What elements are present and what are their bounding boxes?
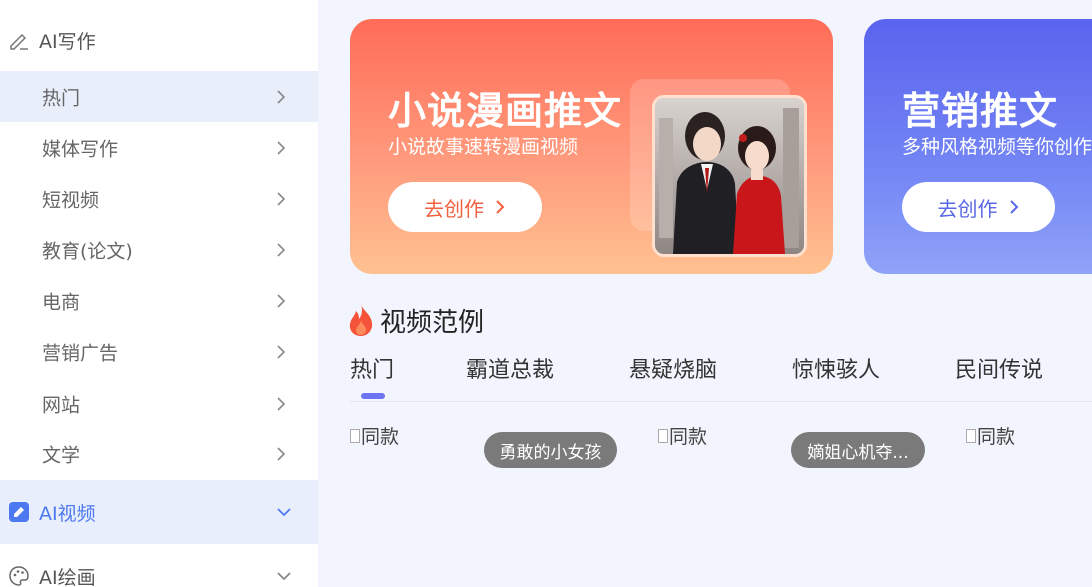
chevron-right-icon — [277, 396, 286, 411]
sidebar-item-website[interactable]: 网站 — [0, 378, 318, 429]
sidebar-item-education[interactable]: 教育(论文) — [0, 224, 318, 275]
section-ai-writing-label: AI写作 — [39, 30, 96, 53]
examples-header: 视频范例 — [346, 300, 484, 340]
chevron-right-icon — [277, 344, 286, 359]
sidebar-item-hot[interactable]: 热门 — [0, 71, 318, 122]
section-ai-writing[interactable]: AI写作 — [0, 22, 318, 58]
sidebar: AI写作 热门 媒体写作 短视频 教育(论文) 电商 营销广告 网站 文学 AI… — [0, 0, 318, 587]
couple-illustration — [652, 95, 807, 257]
chevron-down-icon — [277, 572, 291, 581]
section-ai-video-label: AI视频 — [39, 502, 96, 525]
banner-marketing[interactable]: 营销推文 多种风格视频等你创作 去创作 — [864, 19, 1092, 274]
video-tag: 勇敢的小女孩 — [484, 432, 617, 468]
sidebar-item-media-writing[interactable]: 媒体写作 — [0, 122, 318, 173]
banner-title: 营销推文 — [902, 89, 1059, 133]
broken-image-icon — [966, 428, 976, 443]
tab-domineering-ceo[interactable]: 霸道总裁 — [466, 352, 554, 384]
create-button[interactable]: 去创作 — [902, 182, 1055, 232]
section-ai-video[interactable]: AI视频 — [0, 480, 318, 544]
sidebar-item-label: 电商 — [42, 291, 81, 313]
sidebar-item-literature[interactable]: 文学 — [0, 428, 318, 479]
tabs-divider — [350, 401, 1092, 402]
sidebar-item-marketing[interactable]: 营销广告 — [0, 326, 318, 377]
video-thumbnail[interactable]: 同款 — [658, 422, 707, 449]
chevron-right-icon — [277, 89, 286, 104]
pencil-icon — [8, 29, 30, 51]
sidebar-item-label: 营销广告 — [42, 342, 119, 364]
banner-novel-comic[interactable]: 小说漫画推文 小说故事速转漫画视频 去创作 — [350, 19, 833, 274]
section-ai-drawing-label: AI绘画 — [39, 566, 96, 587]
chevron-right-icon — [277, 140, 286, 155]
fire-icon — [349, 304, 373, 336]
create-button-label: 去创作 — [937, 196, 998, 221]
sidebar-item-label: 教育(论文) — [42, 240, 133, 262]
sidebar-item-label: 网站 — [42, 394, 81, 416]
tab-suspense[interactable]: 悬疑烧脑 — [629, 352, 717, 384]
thumbnail-alt-text: 同款 — [361, 426, 400, 448]
active-tab-indicator — [361, 393, 385, 399]
thumbnail-alt-text: 同款 — [977, 426, 1016, 448]
chevron-right-icon — [496, 200, 505, 214]
video-tag: 嫡姐心机夺... — [791, 432, 925, 468]
sidebar-item-label: 短视频 — [42, 189, 100, 211]
tab-folklore[interactable]: 民间传说 — [955, 352, 1043, 384]
chevron-right-icon — [1009, 200, 1018, 214]
banner-title: 小说漫画推文 — [388, 89, 623, 133]
sidebar-item-label: 文学 — [42, 444, 81, 466]
examples-title: 视频范例 — [380, 307, 485, 338]
sidebar-item-ecommerce[interactable]: 电商 — [0, 275, 318, 326]
broken-image-icon — [350, 428, 360, 443]
sidebar-item-short-video[interactable]: 短视频 — [0, 173, 318, 224]
thumbnail-alt-text: 同款 — [669, 426, 708, 448]
create-button-label: 去创作 — [424, 196, 484, 221]
tab-horror[interactable]: 惊悚骇人 — [792, 352, 880, 384]
section-ai-drawing[interactable]: AI绘画 — [0, 558, 318, 587]
video-thumbnail[interactable]: 同款 — [350, 422, 399, 449]
sidebar-item-label: 媒体写作 — [42, 138, 119, 160]
chevron-right-icon — [277, 293, 286, 308]
create-button[interactable]: 去创作 — [388, 182, 542, 232]
sidebar-item-label: 热门 — [42, 87, 81, 109]
chevron-right-icon — [277, 191, 286, 206]
broken-image-icon — [658, 428, 668, 443]
tab-hot[interactable]: 热门 — [350, 352, 394, 384]
video-thumbnail[interactable]: 同款 — [966, 422, 1015, 449]
banner-subtitle: 多种风格视频等你创作 — [902, 136, 1092, 158]
palette-icon — [8, 565, 30, 587]
chevron-down-icon — [277, 508, 291, 517]
banner-subtitle: 小说故事速转漫画视频 — [388, 136, 579, 158]
edit-square-icon — [8, 501, 30, 523]
category-tabs: 热门 霸道总裁 悬疑烧脑 惊悚骇人 民间传说 — [350, 352, 1092, 384]
chevron-right-icon — [277, 242, 286, 257]
chevron-right-icon — [277, 446, 286, 461]
